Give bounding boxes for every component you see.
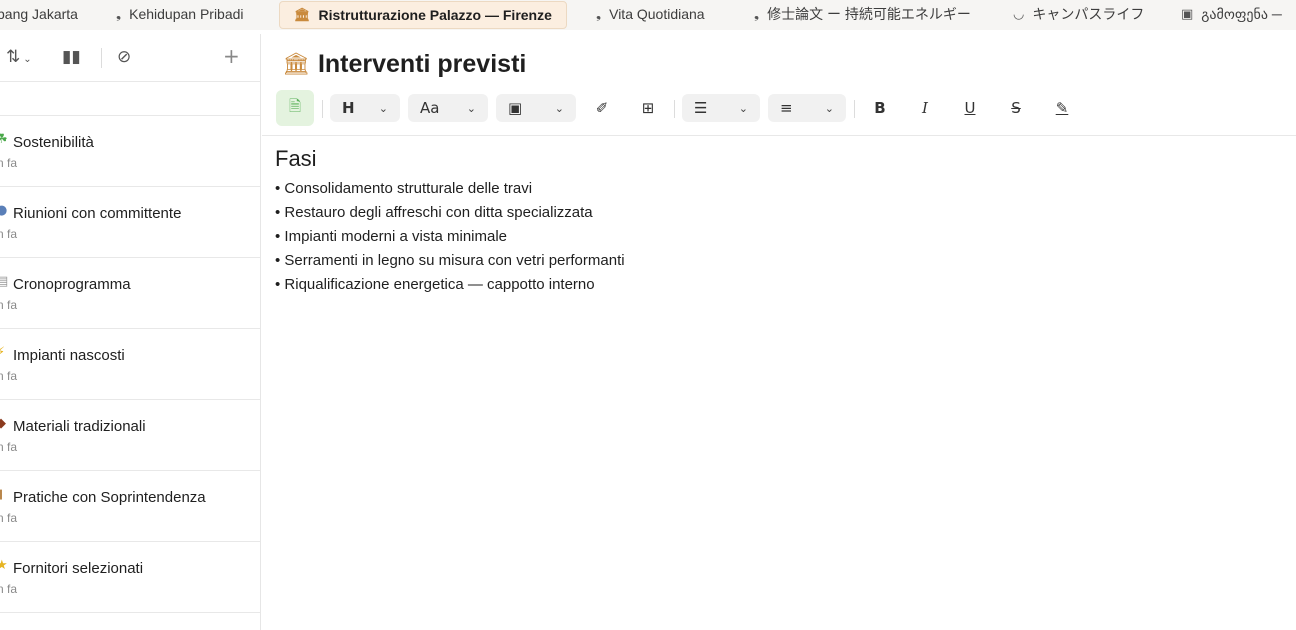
format-toolbar: 🗎 H ⌄ Aa ⌄ ▣ ⌄ ✐ ⊞ ☰ ⌄ ≡ ⌄ B I U S ✎ xyxy=(276,90,1096,126)
tab-campus-life[interactable]: ◡ キャンパスライフ xyxy=(1013,0,1144,28)
tab-label: bang Jakarta xyxy=(0,6,78,22)
note-title: Fornitori selezionati xyxy=(13,560,144,577)
chevron-down-icon: ⌄ xyxy=(554,101,564,115)
tab-label: Vita Quotidiana xyxy=(609,6,705,22)
plus-icon[interactable]: + xyxy=(223,44,240,68)
image-dropdown[interactable]: ▣ ⌄ xyxy=(496,94,576,122)
brick-icon: ◆ xyxy=(0,416,6,431)
list-item[interactable]: ▮ Pratiche con Soprintendenza n fa xyxy=(0,471,260,542)
text-style-label: Aa xyxy=(420,99,440,117)
notes-sidebar: ⇅ ⌄ ▮▮ ⊘ + ☘ Sostenibilità n fa ● Riunion… xyxy=(0,34,261,630)
leaf-icon: ❟ xyxy=(754,6,760,22)
list-item: • Impianti moderni a vista minimale xyxy=(275,228,508,245)
leaf-icon: ❟ xyxy=(596,6,602,22)
table-icon[interactable]: ⊞ xyxy=(634,94,662,122)
toolbar-divider xyxy=(674,100,675,118)
note-title: Impianti nascosti xyxy=(13,347,125,364)
chevron-down-icon: ⌄ xyxy=(824,101,834,115)
note-time: n fa xyxy=(0,440,18,454)
image-icon: ▣ xyxy=(508,99,523,117)
note-time: n fa xyxy=(0,156,18,170)
lightning-icon: ⚡ xyxy=(0,345,6,360)
list-item[interactable]: ⚡ Impianti nascosti n fa xyxy=(0,329,260,400)
image-icon: ▣ xyxy=(1181,6,1194,22)
italic-button[interactable]: I xyxy=(911,94,939,122)
scroll-icon: ▮ xyxy=(0,487,3,502)
tab-kehidupan-pribadi[interactable]: ❟ Kehidupan Pribadi xyxy=(116,0,244,28)
document-body[interactable]: Fasi • Consolidamento strutturale delle … xyxy=(275,146,625,297)
tab-bang-jakarta[interactable]: bang Jakarta xyxy=(0,0,78,28)
list-item[interactable]: ★ Fornitori selezionati n fa xyxy=(0,542,260,613)
sprout-icon: ☘ xyxy=(0,132,8,147)
tab-label: キャンパスライフ xyxy=(1032,6,1145,22)
highlight-pen-icon[interactable]: ✎ xyxy=(1048,94,1076,122)
sort-icon[interactable]: ⇅ ⌄ xyxy=(6,47,32,67)
toolbar-divider xyxy=(322,100,323,118)
attachment-icon[interactable]: ✐ xyxy=(588,94,616,122)
tab-bar: bang Jakarta ❟ Kehidupan Pribadi 🏛 Ristr… xyxy=(0,0,1296,30)
text-style-dropdown[interactable]: Aa ⌄ xyxy=(408,94,488,122)
strikethrough-button[interactable]: S xyxy=(1002,94,1030,122)
star-icon: ★ xyxy=(0,558,8,573)
editor-pane: 🏛 Interventi previsti 🗎 H ⌄ Aa ⌄ ▣ ⌄ ✐ ⊞ ☰ ⌄… xyxy=(262,34,1296,630)
sidebar-search-area xyxy=(0,82,260,116)
layout-icon[interactable]: ▮▮ xyxy=(62,47,81,67)
note-time: n fa xyxy=(0,582,18,596)
list-item: • Serramenti in legno su misura con vetr… xyxy=(275,252,625,269)
note-mode-icon[interactable]: 🗎 xyxy=(276,90,314,126)
chevron-down-icon: ⌄ xyxy=(466,101,476,115)
note-time: n fa xyxy=(0,298,18,312)
list-item: • Riqualificazione energetica — cappotto… xyxy=(275,276,595,293)
check-circle-icon[interactable]: ⊘ xyxy=(117,47,131,67)
list-item: • Restauro degli affreschi con ditta spe… xyxy=(275,204,593,221)
tab-label: Ristrutturazione Palazzo — Firenze xyxy=(318,7,552,23)
bowl-icon: ◡ xyxy=(1013,6,1025,22)
list-item[interactable]: ▤ Cronoprogramma n fa xyxy=(0,258,260,329)
section-heading: Fasi xyxy=(275,146,317,171)
page-title[interactable]: Interventi previsti xyxy=(318,50,526,79)
building-icon: 🏛 xyxy=(294,7,311,23)
tab-ristrutturazione-palazzo[interactable]: 🏛 Ristrutturazione Palazzo — Firenze xyxy=(279,1,567,29)
bold-button[interactable]: B xyxy=(866,94,894,122)
leaf-icon: ❟ xyxy=(116,6,122,22)
note-time: n fa xyxy=(0,369,18,383)
note-title: Materiali tradizionali xyxy=(13,418,146,435)
list-item[interactable]: ◆ Materiali tradizionali n fa xyxy=(0,400,260,471)
tab-label: 修士論文 ー 持続可能エネルギー xyxy=(767,6,971,22)
heading-label: H xyxy=(342,99,355,117)
note-title: Cronoprogramma xyxy=(13,276,131,293)
note-time: n fa xyxy=(0,511,18,525)
list-icon: ≡ xyxy=(780,99,793,117)
tab-thesis[interactable]: ❟ 修士論文 ー 持続可能エネルギー xyxy=(754,0,971,28)
list-dropdown[interactable]: ≡ ⌄ xyxy=(768,94,846,122)
document-header: 🏛 Interventi previsti xyxy=(282,50,526,79)
chevron-down-icon: ⌄ xyxy=(378,101,388,115)
chevron-down-icon: ⌄ xyxy=(738,101,748,115)
list-item[interactable]: ☘ Sostenibilità n fa xyxy=(0,116,260,187)
calendar-icon: ▤ xyxy=(0,274,9,289)
note-title: Pratiche con Soprintendenza xyxy=(13,489,206,506)
toolbar-divider-line xyxy=(262,135,1296,136)
tab-exhibition[interactable]: ▣ გამოფენა ─ xyxy=(1181,0,1282,28)
checklist-icon: ☰ xyxy=(694,99,708,117)
people-icon: ● xyxy=(0,203,8,218)
toolbar-divider xyxy=(101,48,102,68)
checklist-dropdown[interactable]: ☰ ⌄ xyxy=(682,94,760,122)
list-item[interactable]: ● Riunioni con committente n fa xyxy=(0,187,260,258)
underline-button[interactable]: U xyxy=(956,94,984,122)
building-icon: 🏛 xyxy=(282,52,310,77)
note-title: Riunioni con committente xyxy=(13,205,182,222)
tab-label: გამოფენა ─ xyxy=(1201,5,1282,22)
list-item: • Consolidamento strutturale delle travi xyxy=(275,180,533,197)
tab-label: Kehidupan Pribadi xyxy=(129,6,244,22)
tab-vita-quotidiana[interactable]: ❟ Vita Quotidiana xyxy=(596,0,705,28)
sidebar-toolbar: ⇅ ⌄ ▮▮ ⊘ + xyxy=(0,34,260,82)
note-title: Sostenibilità xyxy=(13,134,94,151)
note-time: n fa xyxy=(0,227,18,241)
heading-dropdown[interactable]: H ⌄ xyxy=(330,94,400,122)
toolbar-divider xyxy=(854,100,855,118)
